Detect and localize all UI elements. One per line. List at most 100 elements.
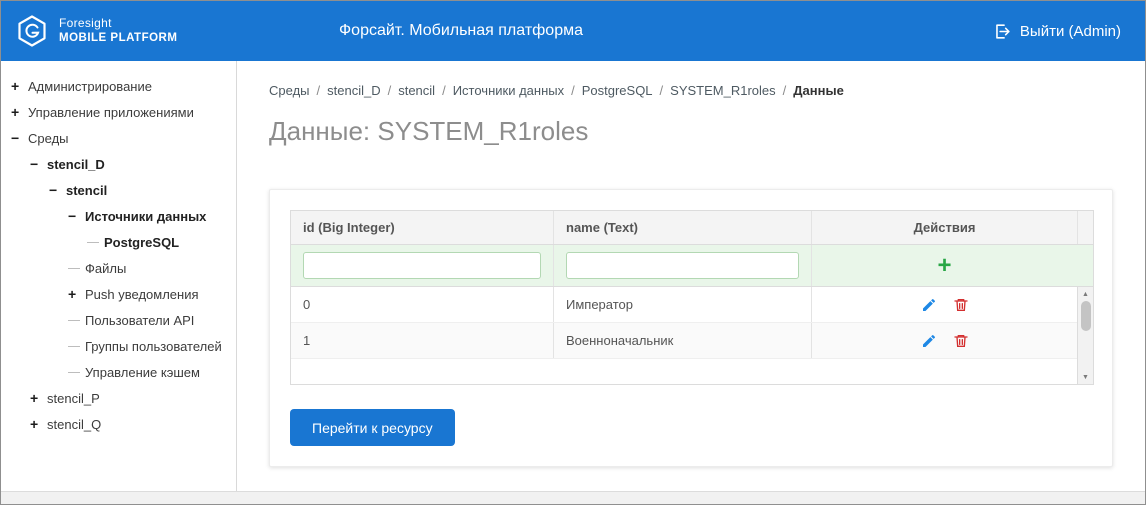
sidebar-item-stencil-d[interactable]: − stencil_D	[1, 151, 236, 177]
sidebar-item-stencil-p[interactable]: + stencil_P	[1, 385, 236, 411]
expand-icon[interactable]: +	[68, 286, 85, 302]
cell-name: Военноначальник	[553, 323, 811, 358]
expand-icon[interactable]: +	[30, 390, 47, 406]
goto-resource-button[interactable]: Перейти к ресурсу	[290, 409, 455, 446]
cell-name: Император	[553, 287, 811, 322]
sidebar-item-stencil-q[interactable]: + stencil_Q	[1, 411, 236, 437]
sidebar-item-api-users[interactable]: Пользователи API	[1, 307, 236, 333]
collapse-icon[interactable]: −	[30, 156, 47, 172]
sidebar-item-label: Группы пользователей	[85, 338, 222, 354]
sidebar-item-label: stencil_Q	[47, 416, 102, 432]
logo-text: Foresight MOBILE PLATFORM	[59, 16, 177, 45]
breadcrumb-separator: /	[387, 83, 392, 98]
expand-icon[interactable]: +	[11, 104, 28, 120]
breadcrumb: Среды / stencil_D / stencil / Источники …	[269, 83, 1109, 98]
main-content: Среды / stencil_D / stencil / Источники …	[237, 61, 1145, 491]
breadcrumb-current: Данные	[793, 83, 844, 98]
edit-icon[interactable]	[921, 297, 937, 313]
horizontal-scrollbar[interactable]	[1, 491, 1145, 504]
top-bar: Foresight MOBILE PLATFORM Форсайт. Мобил…	[1, 1, 1145, 61]
logo-title: Foresight	[59, 16, 112, 31]
collapse-icon[interactable]: −	[11, 130, 28, 146]
column-header-name[interactable]: name (Text)	[553, 211, 811, 244]
tree-connector	[68, 371, 80, 373]
app-title: Форсайт. Мобильная платформа	[339, 22, 583, 39]
sidebar-item-data-sources[interactable]: − Источники данных	[1, 203, 236, 229]
breadcrumb-link-data-sources[interactable]: Источники данных	[453, 83, 564, 98]
expand-icon[interactable]: +	[11, 78, 28, 94]
content-row: + Администрирование + Управление приложе…	[1, 61, 1145, 491]
sidebar-item-label: Администрирование	[28, 78, 152, 94]
sidebar-item-label: stencil_D	[47, 156, 105, 172]
delete-icon[interactable]	[953, 333, 969, 349]
logout-icon	[993, 22, 1012, 41]
scrollbar-thumb[interactable]	[1080, 301, 1091, 331]
table-filter-row: +	[291, 245, 1093, 287]
vertical-scrollbar[interactable]: ▲ ▼	[1077, 287, 1093, 384]
sidebar-item-app-management[interactable]: + Управление приложениями	[1, 99, 236, 125]
column-header-actions: Действия	[811, 211, 1077, 244]
breadcrumb-link-stencil[interactable]: stencil	[398, 83, 435, 98]
sidebar-item-postgresql[interactable]: PostgreSQL	[1, 229, 236, 255]
sidebar-item-label: PostgreSQL	[104, 234, 180, 250]
sidebar-item-push-notifications[interactable]: + Push уведомления	[1, 281, 236, 307]
sidebar-item-label: stencil	[66, 182, 108, 198]
add-row-button[interactable]: +	[927, 253, 961, 277]
table-row[interactable]: 0 Император	[291, 287, 1077, 323]
breadcrumb-separator: /	[316, 83, 321, 98]
collapse-icon[interactable]: −	[49, 182, 66, 198]
sidebar-item-user-groups[interactable]: Группы пользователей	[1, 333, 236, 359]
delete-icon[interactable]	[953, 297, 969, 313]
sidebar-item-environments[interactable]: − Среды	[1, 125, 236, 151]
filter-scrollbar-spacer	[1077, 245, 1093, 286]
sidebar-item-label: Пользователи API	[85, 312, 195, 328]
sidebar: + Администрирование + Управление приложе…	[1, 61, 237, 491]
tree-connector	[68, 267, 80, 269]
sidebar-item-stencil[interactable]: − stencil	[1, 177, 236, 203]
data-table: id (Big Integer) name (Text) Действия + …	[290, 210, 1094, 385]
breadcrumb-link-stencil-d[interactable]: stencil_D	[327, 83, 380, 98]
breadcrumb-separator: /	[442, 83, 446, 98]
filter-name-input[interactable]	[566, 252, 799, 279]
expand-icon[interactable]: +	[30, 416, 47, 432]
sidebar-item-administration[interactable]: + Администрирование	[1, 73, 236, 99]
app-window: Foresight MOBILE PLATFORM Форсайт. Мобил…	[0, 0, 1146, 505]
table-empty-space	[291, 359, 1077, 384]
breadcrumb-link-system-r1roles[interactable]: SYSTEM_R1roles	[670, 83, 775, 98]
header-scrollbar-spacer	[1077, 211, 1093, 244]
cell-actions	[811, 287, 1077, 322]
sidebar-item-label: Управление кэшем	[85, 364, 200, 380]
tree-connector	[68, 319, 80, 321]
breadcrumb-separator: /	[571, 83, 575, 98]
logout-label: Выйти (Admin)	[1019, 22, 1121, 40]
logo-subtitle: MOBILE PLATFORM	[59, 32, 178, 45]
collapse-icon[interactable]: −	[68, 208, 85, 224]
filter-id-input[interactable]	[303, 252, 541, 279]
sidebar-item-files[interactable]: Файлы	[1, 255, 236, 281]
scroll-down-icon[interactable]: ▼	[1078, 370, 1093, 384]
breadcrumb-link-environments[interactable]: Среды	[269, 83, 310, 98]
scroll-up-icon[interactable]: ▲	[1078, 287, 1093, 301]
table-row[interactable]: 1 Военноначальник	[291, 323, 1077, 359]
sidebar-item-label: Управление приложениями	[28, 104, 194, 120]
sidebar-item-label: Push уведомления	[85, 286, 199, 302]
cell-id: 0	[303, 297, 311, 312]
sidebar-item-label: Источники данных	[85, 208, 207, 224]
breadcrumb-separator: /	[659, 83, 664, 98]
table-body: 0 Император 1 Военноначальник ▲ ▼	[291, 287, 1093, 384]
cell-id: 1	[303, 333, 311, 348]
sidebar-item-label: stencil_P	[47, 390, 100, 406]
column-header-id[interactable]: id (Big Integer)	[291, 211, 553, 244]
breadcrumb-link-postgresql[interactable]: PostgreSQL	[582, 83, 653, 98]
page-title: Данные: SYSTEM_R1roles	[269, 116, 589, 146]
tree-connector	[68, 345, 80, 347]
edit-icon[interactable]	[921, 333, 937, 349]
logo[interactable]: Foresight MOBILE PLATFORM	[15, 14, 251, 48]
sidebar-item-label: Файлы	[85, 260, 127, 276]
sidebar-item-label: Среды	[28, 130, 69, 146]
foresight-logo-icon	[15, 14, 49, 48]
sidebar-item-cache-management[interactable]: Управление кэшем	[1, 359, 236, 385]
table-rows: 0 Император 1 Военноначальник	[291, 287, 1077, 384]
logout-button[interactable]: Выйти (Admin)	[993, 22, 1121, 41]
data-card: id (Big Integer) name (Text) Действия + …	[269, 189, 1113, 467]
